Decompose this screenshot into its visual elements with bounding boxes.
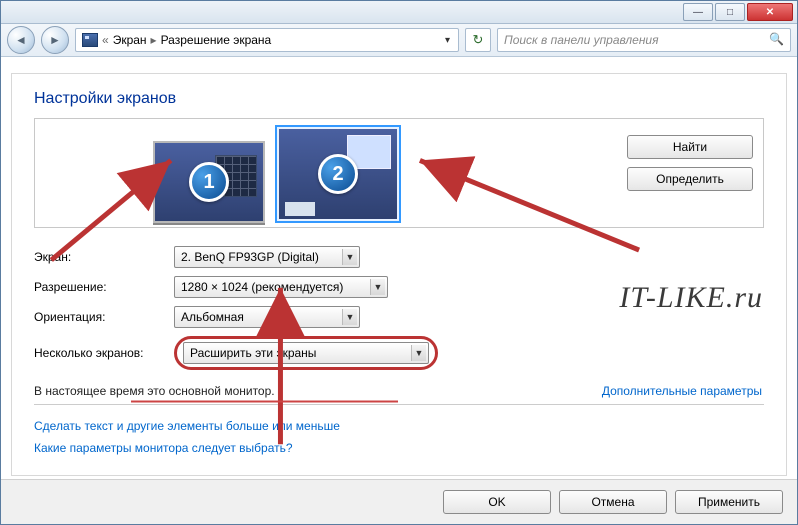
- screen-select[interactable]: 2. BenQ FP93GP (Digital) ▼: [174, 246, 360, 268]
- chevron-down-icon: ▼: [370, 279, 385, 295]
- breadcrumb-arrow: ▸: [151, 33, 157, 47]
- resolution-select[interactable]: 1280 × 1024 (рекомендуется) ▼: [174, 276, 388, 298]
- monitor-2-taskbar-icon: [285, 202, 315, 216]
- apply-button[interactable]: Применить: [675, 490, 783, 514]
- annotation-circle: Расширить эти экраны ▼: [174, 336, 438, 370]
- primary-monitor-note: В настоящее время это основной монитор.: [34, 384, 275, 398]
- close-button[interactable]: ✕: [747, 3, 793, 21]
- which-settings-link[interactable]: Какие параметры монитора следует выбрать…: [34, 441, 293, 455]
- label-orientation: Ориентация:: [34, 310, 174, 324]
- chevron-down-icon: ▼: [342, 309, 357, 325]
- resolution-select-value: 1280 × 1024 (рекомендуется): [181, 280, 343, 294]
- cancel-button[interactable]: Отмена: [559, 490, 667, 514]
- navbar: ◄ ► « Экран ▸ Разрешение экрана ▾ ↻ Поис…: [1, 24, 797, 57]
- minimize-button[interactable]: —: [683, 3, 713, 21]
- nav-back-button[interactable]: ◄: [7, 26, 35, 54]
- page-title: Настройки экранов: [34, 90, 764, 108]
- search-placeholder: Поиск в панели управления: [504, 33, 659, 47]
- monitor-2-selected[interactable]: 2: [275, 125, 401, 223]
- breadcrumb-dropdown[interactable]: ▾: [443, 35, 452, 46]
- search-input[interactable]: Поиск в панели управления 🔍: [497, 28, 791, 52]
- window: — □ ✕ ◄ ► « Экран ▸ Разрешение экрана ▾ …: [0, 0, 798, 525]
- multiple-displays-value: Расширить эти экраны: [190, 346, 316, 360]
- divider: [34, 404, 764, 405]
- find-button[interactable]: Найти: [627, 135, 753, 159]
- label-multiple-displays: Несколько экранов:: [34, 346, 174, 360]
- monitor-1[interactable]: 1: [153, 141, 265, 223]
- label-resolution: Разрешение:: [34, 280, 174, 294]
- maximize-button[interactable]: □: [715, 3, 745, 21]
- dialog-footer: OK Отмена Применить: [1, 479, 797, 524]
- display-arrangement-box[interactable]: 1 2 Найти Определить: [34, 118, 764, 228]
- nav-forward-button[interactable]: ►: [41, 26, 69, 54]
- breadcrumb-item-screen[interactable]: Экран: [113, 33, 147, 47]
- breadcrumb[interactable]: « Экран ▸ Разрешение экрана ▾: [75, 28, 459, 52]
- detect-button[interactable]: Определить: [627, 167, 753, 191]
- breadcrumb-sep: «: [102, 33, 109, 47]
- screen-select-value: 2. BenQ FP93GP (Digital): [181, 250, 319, 264]
- chevron-down-icon: ▼: [411, 345, 426, 361]
- monitor-1-number: 1: [189, 162, 229, 202]
- label-screen: Экран:: [34, 250, 174, 264]
- monitor-2-number: 2: [318, 154, 358, 194]
- refresh-button[interactable]: ↻: [465, 28, 491, 52]
- breadcrumb-item-resolution[interactable]: Разрешение экрана: [161, 33, 272, 47]
- text-size-link[interactable]: Сделать текст и другие элементы больше и…: [34, 419, 340, 433]
- titlebar: — □ ✕: [1, 1, 797, 24]
- multiple-displays-select[interactable]: Расширить эти экраны ▼: [183, 342, 429, 364]
- advanced-settings-link[interactable]: Дополнительные параметры: [602, 384, 762, 398]
- orientation-select[interactable]: Альбомная ▼: [174, 306, 360, 328]
- content-pane: Настройки экранов 1 2: [11, 73, 787, 476]
- search-icon: 🔍: [769, 32, 784, 46]
- chevron-down-icon: ▼: [342, 249, 357, 265]
- display-icon: [82, 33, 98, 47]
- ok-button[interactable]: OK: [443, 490, 551, 514]
- orientation-select-value: Альбомная: [181, 310, 244, 324]
